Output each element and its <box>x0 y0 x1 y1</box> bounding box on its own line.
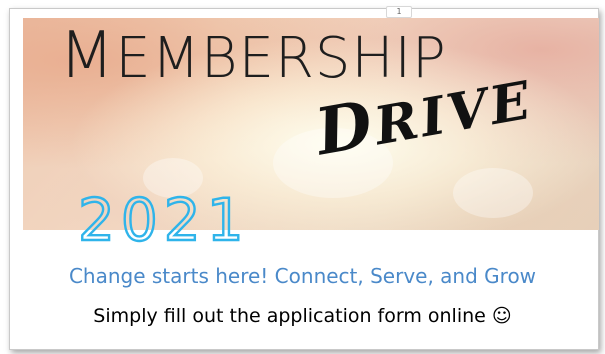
watercolor-splash <box>453 168 533 218</box>
tagline: Change starts here! Connect, Serve, and … <box>68 264 537 288</box>
call-to-action: Simply fill out the application form onl… <box>93 305 512 327</box>
banner-title-initial: M <box>59 19 116 93</box>
banner-title-rest: EMBERSHIP <box>115 26 447 91</box>
handwritten-year: 2021 <box>77 185 250 255</box>
handwritten-year-text: 2021 <box>78 186 250 254</box>
page-marker: 1 <box>386 6 412 18</box>
banner-title: MEMBERSHIP <box>59 24 447 88</box>
